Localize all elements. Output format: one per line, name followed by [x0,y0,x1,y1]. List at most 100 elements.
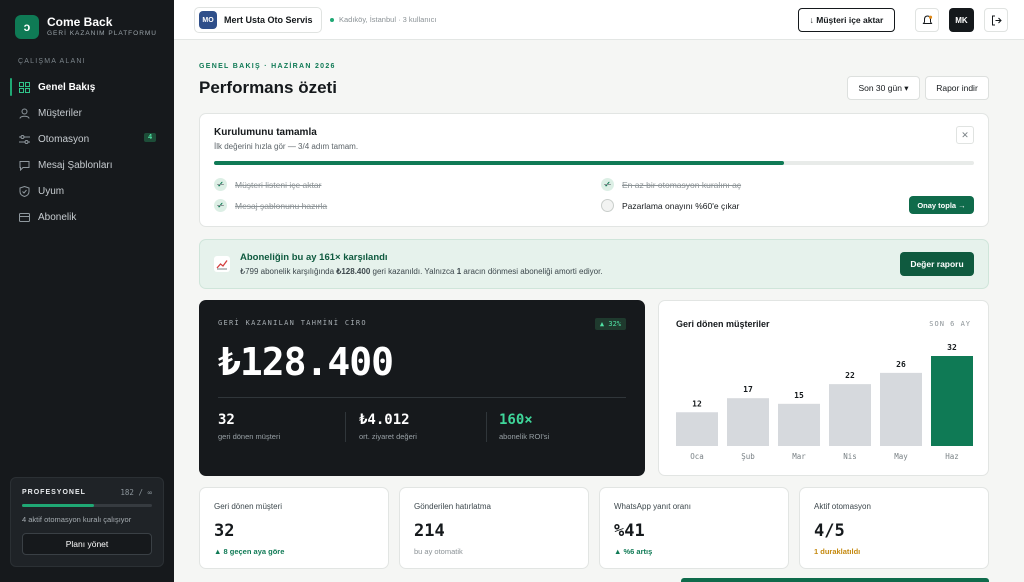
kpi-note: ▲ 8 geçen aya göre [214,547,285,556]
bar-Şub[interactable] [727,398,769,446]
bell-icon [922,14,932,24]
setup-step-label: Mesaj şablonunu hazırla [235,200,328,211]
bar-Nis[interactable] [829,384,871,446]
kpi-value: %41 [614,521,645,541]
kpi-label: Geri dönen müşteri [214,502,283,511]
bar-value-label: 32 [947,343,957,352]
revenue-stat-label: ort. ziyaret değeri [359,432,417,441]
sidebar-item-label: Abonelik [38,211,77,223]
kpi-note: bu ay otomatik [414,547,463,556]
setup-step-label: Müşteri listeni içe aktar [235,179,322,190]
bar-value-label: 15 [794,391,804,400]
bar-value-label: 17 [743,385,753,394]
shield-icon [18,185,30,197]
plan-card: PROFESYONEL 182 / ∞ 4 aktif otomasyon ku… [10,477,164,567]
collect-consent-button[interactable]: Onay topla → [909,196,974,214]
bottom-action-strip [681,578,989,582]
kpi-card-returning: Geri dönen müşteri 32 ▲ 8 geçen aya göre [199,487,389,569]
sidebar: ↄ Come Back GERİ KAZANIM PLATFORMU ÇALIŞ… [0,0,174,582]
plan-usage-bar [22,504,152,507]
setup-step-consent[interactable]: Pazarlama onayını %60'e çıkar [601,199,739,212]
bar-Mar[interactable] [778,403,820,446]
sidebar-section-label: ÇALIŞMA ALANI [18,58,86,65]
business-avatar: MO [199,11,217,29]
date-range-select[interactable]: Son 30 gün ▾ [847,76,920,100]
plan-status-text: 4 aktif otomasyon kuralı çalışıyor [22,515,132,524]
kpi-note: 1 duraklatıldı [814,547,861,556]
plan-title: PROFESYONEL [22,489,86,496]
roi-banner: Aboneliğin bu ay 161× karşılandı ₺799 ab… [199,239,989,289]
plan-usage-count: 182 / ∞ [120,488,152,497]
setup-step-label: En az bir otomasyon kuralını aç [622,179,742,190]
kpi-label: Gönderilen hatırlatma [414,502,491,511]
setup-title: Kurulumunu tamamla [214,127,317,138]
check-icon: ✓ [214,199,227,212]
revenue-card: GERİ KAZANILAN TAHMİNİ CİRO ▲ 32% ₺128.4… [199,300,645,476]
close-icon: ✕ [961,129,969,140]
kpi-label: WhatsApp yanıt oranı [614,502,691,511]
message-icon [18,159,30,171]
roi-text-part: aracın dönmesi aboneliği amorti ediyor. [461,267,603,276]
x-tick-label: Haz [945,452,959,461]
logout-icon [991,15,1002,25]
sidebar-item-musteriler[interactable]: Müşteriler [0,100,174,126]
x-tick-label: Oca [690,452,704,461]
business-location: Kadıköy, İstanbul · 3 kullanıcı [330,15,436,24]
user-icon [18,107,30,119]
business-switcher[interactable]: MO Mert Usta Oto Servis [194,7,322,33]
setup-step-template[interactable]: ✓ Mesaj şablonunu hazırla [214,199,327,212]
sidebar-item-otomasyon[interactable]: Otomasyon 4 [0,126,174,152]
sidebar-item-abonelik[interactable]: Abonelik [0,204,174,230]
bar-May[interactable] [880,372,922,446]
kpi-label: Aktif otomasyon [814,502,871,511]
bar-value-label: 22 [845,371,855,380]
import-customers-button[interactable]: ↓ Müşteri içe aktar [798,8,895,32]
revenue-stat-value: 160× [499,412,533,428]
kpi-card-reminders: Gönderilen hatırlatma 214 bu ay otomatik [399,487,589,569]
returning-customers-chart-card: Geri dönen müşteriler SON 6 AY 12 Oca 17 Şu… [658,300,989,476]
grid-icon [18,81,30,93]
setup-step-automation[interactable]: ✓ En az bir otomasyon kuralını aç [601,178,741,191]
check-icon: ✓ [214,178,227,191]
bar-value-label: 26 [896,360,906,369]
value-report-button[interactable]: Değer raporu [900,252,974,276]
sidebar-item-genel-bakis[interactable]: Genel Bakış [0,74,174,100]
x-tick-label: Mar [792,452,806,461]
plan-usage-bar-fill [22,504,94,507]
revenue-stat-label: geri dönen müşteri [218,432,281,441]
bar-Oca[interactable] [676,412,718,446]
roi-amount: ₺128.400 [336,267,371,276]
bar-Haz[interactable] [931,356,973,446]
sidebar-item-mesaj-sablonlari[interactable]: Mesaj Şablonları [0,152,174,178]
kpi-card-automation: Aktif otomasyon 4/5 1 duraklatıldı [799,487,989,569]
revenue-value: ₺128.400 [218,340,394,384]
topbar: MO Mert Usta Oto Servis Kadıköy, İstanbu… [174,0,1024,40]
close-setup-button[interactable]: ✕ [956,126,974,144]
download-report-button[interactable]: Rapor indir [925,76,989,100]
page-title: Performans özeti [199,78,337,97]
notifications-button[interactable] [915,8,939,32]
x-tick-label: Şub [741,452,755,461]
roi-title: Aboneliğin bu ay 161× karşılandı [240,252,388,263]
business-location-text: Kadıköy, İstanbul · 3 kullanıcı [339,15,437,24]
bar-chart: 12 Oca 17 Şub 15 Mar 22 Nis 26 May 32 Haz [676,343,973,461]
x-tick-label: Nis [843,452,857,461]
sidebar-item-label: Mesaj Şablonları [38,159,113,171]
brand-subtitle: GERİ KAZANIM PLATFORMU [47,30,157,37]
brand[interactable]: ↄ Come Back GERİ KAZANIM PLATFORMU [15,15,157,39]
revenue-stat-value: ₺4.012 [359,412,410,428]
check-icon: ✓ [601,178,614,191]
logout-button[interactable] [984,8,1008,32]
sidebar-item-label: Otomasyon [38,133,90,145]
brand-name: Come Back [47,15,113,29]
setup-step-import[interactable]: ✓ Müşteri listeni içe aktar [214,178,321,191]
user-avatar[interactable]: MK [949,8,974,32]
revenue-stat-customers: 32 geri dönen müşteri [218,412,280,441]
automation-count-badge: 4 [144,133,156,142]
sidebar-item-uyum[interactable]: Uyum [0,178,174,204]
divider [486,412,487,442]
trend-chart-icon [214,256,230,272]
revenue-stat-roi: 160× abonelik ROI'si [499,412,549,441]
status-dot-icon [330,17,334,22]
manage-plan-button[interactable]: Planı yönet [22,533,152,555]
